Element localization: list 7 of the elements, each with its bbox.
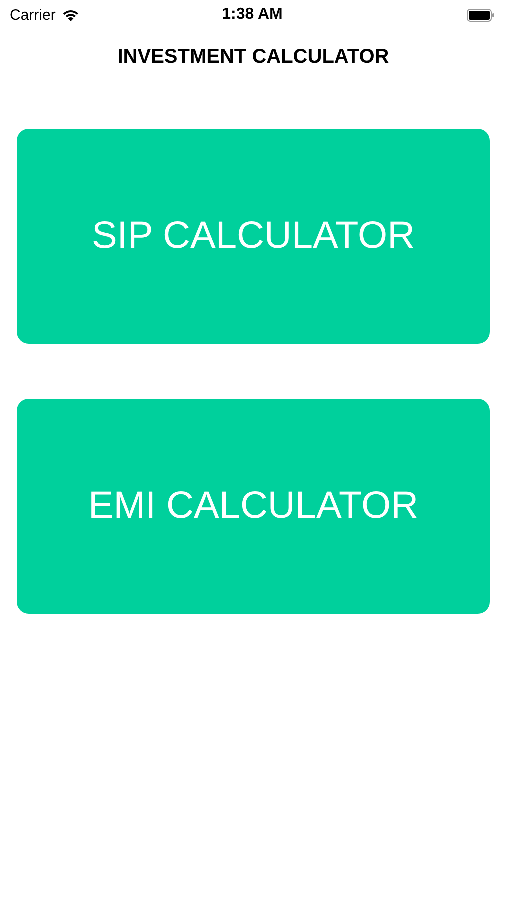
carrier-name: Carrier [10, 6, 56, 24]
battery-icon [466, 8, 495, 22]
calculator-button[interactable]: SIP CALCULATOR [17, 129, 490, 344]
calculator-button[interactable]: EMI CALCULATOR [17, 399, 490, 614]
page-title: INVESTMENT CALCULATOR [116, 46, 390, 69]
clock-time: 1:38 AM [222, 6, 283, 24]
wifi-icon [62, 8, 80, 22]
